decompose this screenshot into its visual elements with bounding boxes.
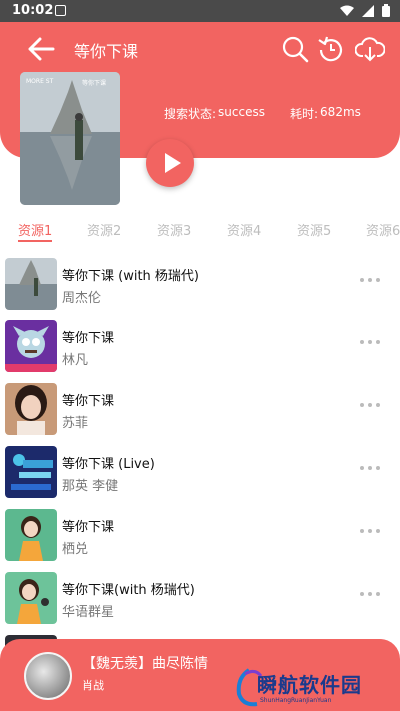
song-thumbnail [5,572,57,624]
song-thumbnail [5,320,57,372]
refresh-icon[interactable] [316,34,346,64]
song-artist: 周杰伦 [62,291,102,306]
song-artist: 苏菲 [62,416,89,431]
song-row[interactable]: 等你下课 (Live) 那英 李健 [0,446,400,508]
song-artist: 那英 李健 [62,479,119,494]
elapsed-value: 682ms [320,105,361,119]
song-thumbnail [5,258,57,310]
more-options-icon[interactable] [360,340,386,350]
tab-source-5[interactable]: 资源5 [297,220,331,239]
tab-source-3[interactable]: 资源3 [157,220,191,239]
song-row[interactable]: 等你下课 苏菲 [0,383,400,445]
notification-icon [55,5,66,16]
status-time: 10:02 [12,3,54,18]
search-status: 搜索状态: success [164,105,265,122]
signal-icon [362,4,374,17]
song-row[interactable]: 等你下课(with 杨瑞代) 华语群星 [0,572,400,634]
tab-source-1[interactable]: 资源1 [18,220,52,239]
page-title: 等你下课 [74,42,139,61]
tab-source-4[interactable]: 资源4 [227,220,261,239]
more-options-icon[interactable] [360,278,386,288]
player-album-art[interactable] [24,652,72,700]
song-thumbnail [5,383,57,435]
more-options-icon[interactable] [360,592,386,602]
cloud-download-icon[interactable] [355,34,385,64]
elapsed-time: 耗时: 682ms [290,105,361,122]
song-title: 等你下课 (Live) [62,457,155,472]
song-row[interactable]: 等你下课 林凡 [0,320,400,382]
album-cover-art [20,72,120,205]
tab-source-2[interactable]: 资源2 [87,220,121,239]
cover-text-right: 等你下课 [82,80,107,87]
status-bar: 10:02 [0,0,400,22]
player-artist: 肖战 [82,679,104,692]
song-artist: 林凡 [62,353,89,368]
more-options-icon[interactable] [360,529,386,539]
play-button[interactable] [146,139,194,187]
song-title: 等你下课(with 杨瑞代) [62,583,195,598]
tab-source-6[interactable]: 资源6 [366,220,400,239]
player-song-title: 【魏无羡】曲尽陈情 [82,656,208,672]
source-tabs: 资源1 资源2 资源3 资源4 资源5 资源6 [0,220,400,242]
song-title: 等你下课 [62,520,115,535]
song-title: 等你下课 [62,331,115,346]
active-tab-indicator [18,240,52,242]
song-title: 等你下课 [62,394,115,409]
system-icons [340,4,390,17]
search-status-value: success [218,105,265,119]
song-artist: 华语群星 [62,605,115,620]
more-options-icon[interactable] [360,403,386,413]
more-options-icon[interactable] [360,466,386,476]
back-arrow-icon[interactable] [27,37,55,61]
song-title: 等你下课 (with 杨瑞代) [62,269,199,284]
song-artist: 栖兑 [62,542,89,557]
search-status-label: 搜索状态: [164,107,217,121]
battery-icon [382,4,390,17]
album-cover: MORE ST 等你下课 [20,72,120,205]
song-thumbnail [5,446,57,498]
song-thumbnail [5,509,57,561]
wifi-icon [340,5,354,16]
song-row[interactable]: 等你下课 (with 杨瑞代) 周杰伦 [0,258,400,320]
watermark-subtext: ShunHangRuanJianYuan [260,697,332,704]
watermark-text: 瞬航软件园 [257,673,362,697]
cover-text-left: MORE ST [26,78,54,85]
search-icon[interactable] [280,34,310,64]
song-row[interactable]: 等你下课 栖兑 [0,509,400,571]
elapsed-label: 耗时: [290,107,319,121]
